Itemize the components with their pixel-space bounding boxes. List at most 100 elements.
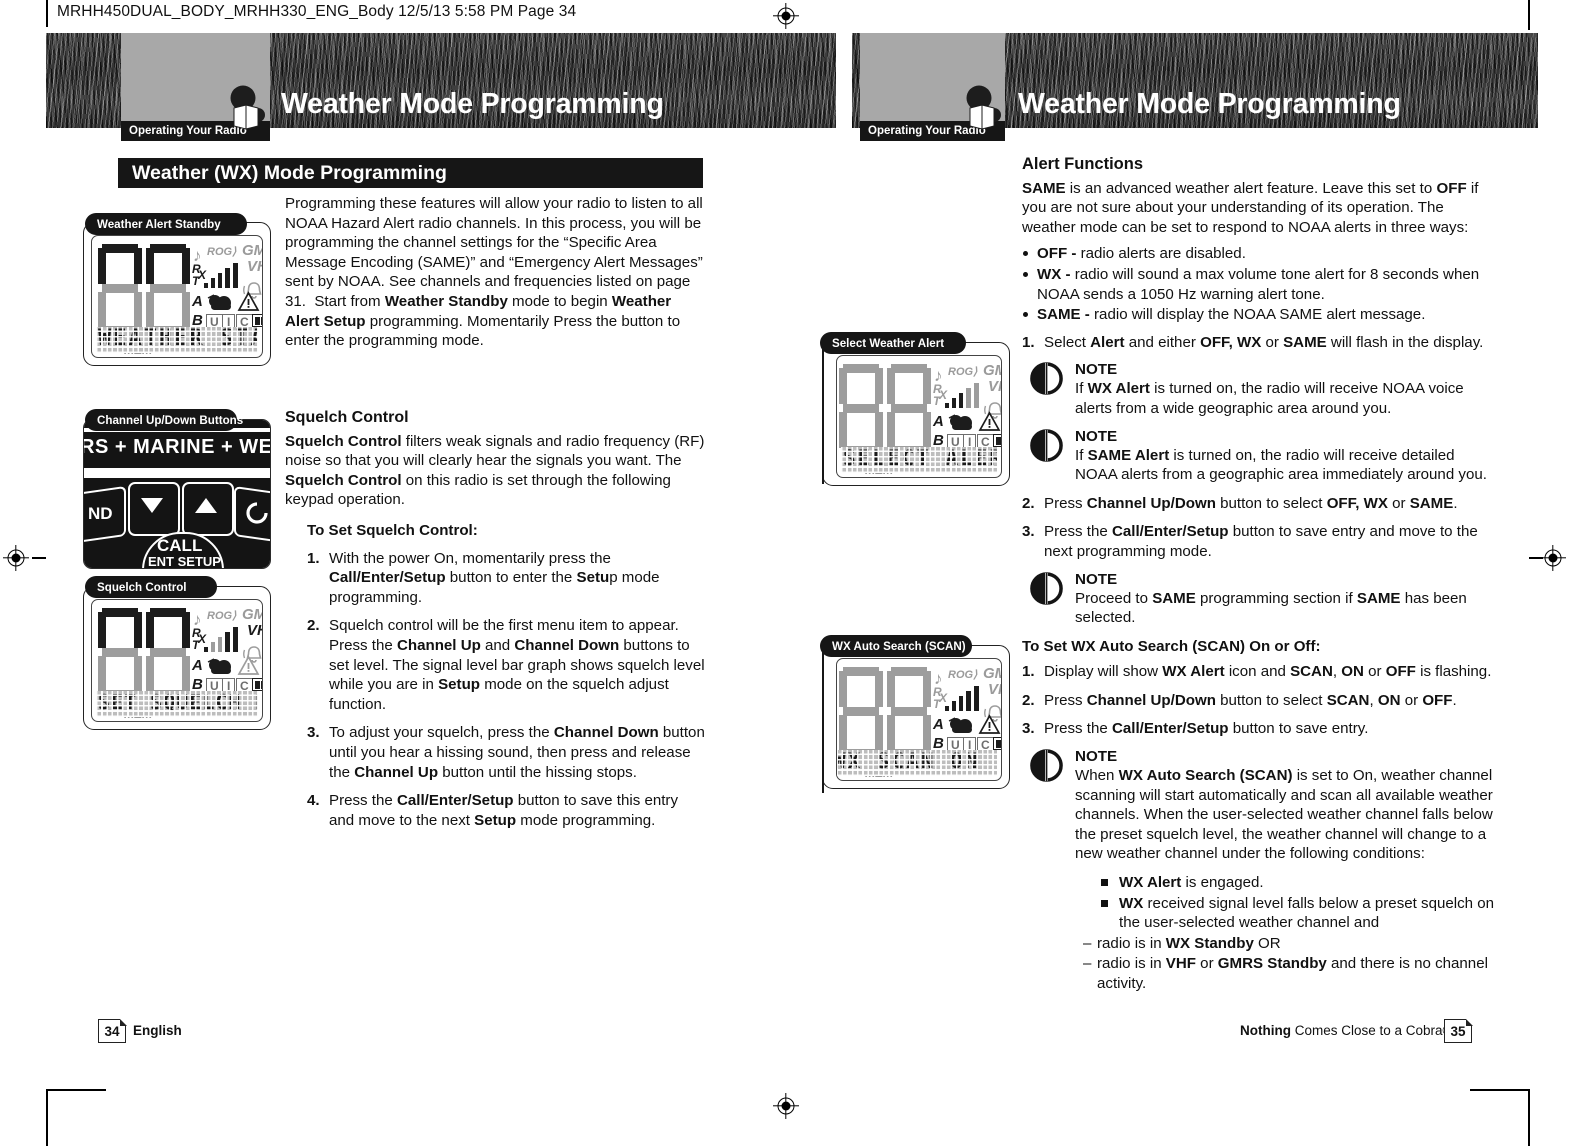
text-run: programming section if bbox=[1195, 589, 1357, 607]
alert-intro-b2: OFF bbox=[1436, 179, 1467, 197]
lcd3-warning-triangle-icon bbox=[978, 411, 1001, 431]
numbered-step: 1. With the power On, momentarily press t… bbox=[307, 549, 705, 608]
alert-intro-paragraph: SAME is an advanced weather alert featur… bbox=[1022, 179, 1500, 238]
numbered-step: 2. Press Channel Up/Down button to select… bbox=[1022, 691, 1500, 711]
lcd-gmrs-icon: GMRS bbox=[242, 242, 262, 259]
lcd3-battery-icon bbox=[993, 434, 1001, 447]
step-number: 1. bbox=[1022, 333, 1035, 351]
keypad-band-divider bbox=[84, 468, 270, 478]
step-number: 2. bbox=[1022, 494, 1035, 512]
lcd-digit-1 bbox=[98, 244, 142, 335]
lcd2-digit-1 bbox=[98, 608, 142, 699]
bold-run: Channel Up/Down bbox=[1086, 691, 1216, 709]
dash-bullet: – bbox=[1083, 955, 1092, 973]
bold-run: OFF, WX bbox=[1326, 494, 1388, 512]
text-run: or bbox=[1195, 955, 1218, 973]
note-body: Proceed to SAME programming section if S… bbox=[1075, 589, 1500, 628]
text-run: or bbox=[1363, 663, 1386, 681]
squelch-control-section: Squelch Control Squelch Control filters … bbox=[285, 408, 705, 839]
text-run: or bbox=[1400, 691, 1423, 709]
lcd2-tx-icon: T bbox=[192, 638, 200, 652]
note-body: If WX Alert is turned on, the radio will… bbox=[1075, 379, 1500, 418]
right-page-title: Weather Mode Programming bbox=[1018, 88, 1401, 120]
text-run: Press bbox=[1044, 691, 1087, 709]
lcd4-digit-1 bbox=[839, 667, 883, 758]
ent-setup-button-label: ENT SETUP bbox=[148, 554, 221, 569]
right-procedure-block: 1. Select Alert and either OFF, WX or SAM… bbox=[1022, 333, 1500, 994]
callout-weather-alert-standby-label: Weather Alert Standby bbox=[97, 217, 221, 231]
lcd4-matrix-display: WX SCAN ON bbox=[837, 750, 997, 776]
lcd3-signal-bars bbox=[945, 382, 985, 408]
bold-run: Alert bbox=[1090, 333, 1125, 351]
lcd-signal-bars bbox=[204, 262, 244, 288]
lcd4-battery-icon bbox=[993, 737, 1001, 750]
bold-run: GMRS Standby bbox=[1217, 955, 1327, 973]
text-run: icon and bbox=[1224, 663, 1291, 681]
numbered-step: 1. Display will show WX Alert icon and SC… bbox=[1022, 662, 1500, 682]
bold-run: WX Alert bbox=[1087, 380, 1150, 398]
lcd2-vhf-icon: VHF bbox=[247, 622, 262, 639]
text-run: or bbox=[1261, 333, 1284, 351]
text-run: and bbox=[480, 636, 515, 654]
left-page-title: Weather Mode Programming bbox=[281, 88, 664, 120]
left-page-number: 34 bbox=[98, 1018, 127, 1043]
text-run: Display will show bbox=[1044, 663, 1163, 681]
lcd4-matrix-grid bbox=[837, 750, 997, 776]
weather-mode-section-bar: Weather (WX) Mode Programming bbox=[118, 158, 703, 188]
squelch-t1: filters weak signals and radio frequency… bbox=[401, 432, 705, 450]
bold-run: Call/Enter/Setup bbox=[1111, 720, 1229, 738]
bold-run: OFF bbox=[1422, 691, 1453, 709]
bold-run: Setup bbox=[474, 811, 517, 829]
text-run: and either bbox=[1124, 333, 1201, 351]
to-set-squelch-heading: To Set Squelch Control: bbox=[307, 521, 478, 539]
numbered-step: 2. Press Channel Up/Down button to select… bbox=[1022, 494, 1500, 514]
registration-mark-bottom bbox=[773, 1093, 799, 1119]
right-footer-rest: Comes Close to a Cobra® bbox=[1290, 1023, 1453, 1038]
note-block: NOTE Proceed to SAME programming section … bbox=[1022, 571, 1500, 628]
book-logo-icon-right bbox=[966, 85, 1001, 130]
chevron-down-icon bbox=[141, 498, 163, 513]
text-run: . bbox=[1452, 691, 1457, 709]
squelch-bold-2: Squelch Control bbox=[285, 471, 402, 489]
bullet-dot bbox=[1023, 271, 1028, 277]
bold-run: Channel Up bbox=[396, 636, 481, 654]
lcd2-matrix-grid bbox=[96, 691, 258, 717]
callout-squelch-control: Squelch Control bbox=[85, 576, 217, 598]
text-run: button to select bbox=[1215, 691, 1327, 709]
bold-run: WX Alert bbox=[1162, 663, 1225, 681]
bold-run: Call/Enter/Setup bbox=[396, 792, 514, 810]
step-number: 3. bbox=[1022, 523, 1035, 541]
alert-intro-b1: SAME bbox=[1022, 179, 1066, 197]
lcd3-digit-1 bbox=[839, 364, 883, 455]
alert-bullet: OFF - radio alerts are disabled. bbox=[1022, 244, 1500, 264]
lcd-weather-alert-standby-screen: ROG⟩ GMRS VHF ♪ R X T A bbox=[91, 235, 263, 358]
left-footer-label: English bbox=[133, 1023, 182, 1038]
alert-functions-heading: Alert Functions bbox=[1022, 155, 1144, 173]
square-bullet bbox=[1101, 899, 1108, 907]
note-block: NOTE If WX Alert is turned on, the radio … bbox=[1022, 361, 1500, 418]
bold-run: SAME bbox=[1409, 494, 1454, 512]
lcd-matrix-grid bbox=[96, 327, 258, 353]
lcd2-matrix-display: SET SQUELCH LEVEL bbox=[96, 691, 258, 717]
bullet-dot bbox=[1023, 312, 1028, 318]
text-run: radio is in bbox=[1097, 934, 1166, 952]
bold-run: SAME bbox=[1283, 333, 1327, 351]
callout-channel-buttons-label: Channel Up/Down Buttons bbox=[97, 413, 244, 427]
right-page-number: 35 bbox=[1444, 1018, 1473, 1043]
bold-run: ON bbox=[1341, 663, 1364, 681]
condition-dash-item: – radio is in VHF or GMRS Standby and the… bbox=[1075, 954, 1500, 993]
bold-run: Channel Up bbox=[354, 763, 439, 781]
squelch-steps-list: 1. With the power On, momentarily press t… bbox=[285, 549, 705, 831]
lcd3-screen: ROG⟩ GMRS VHF ♪ R X T A bbox=[836, 355, 1002, 478]
alert-intro-t1: is an advanced weather alert feature. Le… bbox=[1065, 179, 1433, 197]
bullet-dot bbox=[1023, 251, 1028, 257]
note-body: When WX Auto Search (SCAN) is set to On,… bbox=[1075, 766, 1500, 864]
bold-run: OFF, WX bbox=[1200, 333, 1262, 351]
squelch-t4: on this radio is set through the followi… bbox=[401, 471, 671, 489]
numbered-step: 3. Press the Call/Enter/Setup button to s… bbox=[1022, 719, 1500, 739]
intro-text: Programming these features will allow yo… bbox=[285, 195, 703, 350]
callout-channel-buttons: Channel Up/Down Buttons bbox=[85, 409, 243, 431]
crop-mark-bottom-left bbox=[46, 1090, 48, 1146]
bold-run: Call/Enter/Setup bbox=[329, 569, 446, 587]
lcd4-screen: ROG⟩ GMRS VHF ♪ R X T A bbox=[836, 658, 1002, 781]
